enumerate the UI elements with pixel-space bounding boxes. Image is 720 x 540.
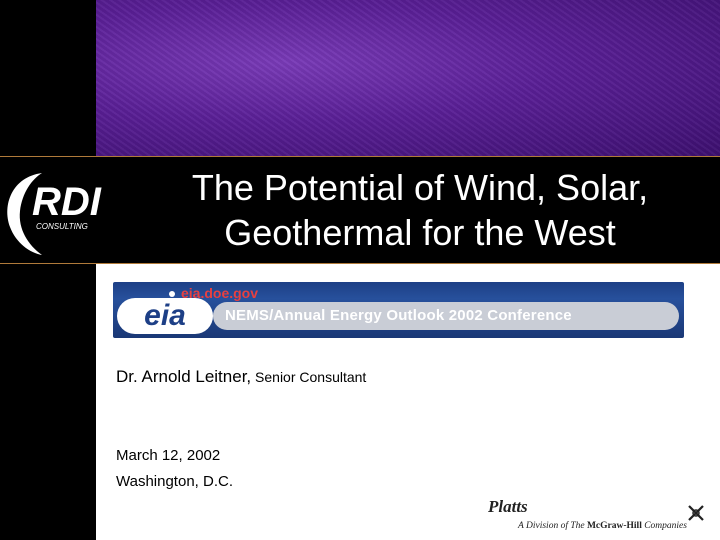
presenter: Dr. Arnold Leitner, Senior Consultant — [116, 367, 366, 387]
conference-name: NEMS/Annual Energy Outlook 2002 Conferen… — [225, 307, 572, 324]
eia-logo: eia — [117, 298, 213, 334]
presenter-name: Dr. Arnold Leitner, — [116, 367, 252, 386]
title-band: RDI CONSULTING The Potential of Wind, So… — [0, 156, 720, 264]
company-the: The — [570, 521, 587, 531]
presenter-role: Senior Consultant — [251, 369, 367, 385]
company-name: McGraw-Hill — [586, 521, 642, 531]
slide-title: The Potential of Wind, Solar, Geothermal… — [140, 165, 700, 255]
logo-wordmark: RDI — [32, 180, 102, 224]
left-sidebar-bar — [0, 0, 96, 540]
division-prefix: A Division of — [518, 521, 571, 531]
top-decorative-banner — [96, 0, 720, 156]
presentation-date: March 12, 2002 — [116, 447, 221, 464]
eia-conference-banner: eia.doe.gov eia NEMS/Annual Energy Outlo… — [113, 282, 684, 338]
company-suffix: Companies — [641, 521, 687, 531]
platts-division-line: A Division of The McGraw-Hill Companies — [518, 521, 687, 531]
mcgraw-hill-icon — [688, 505, 704, 521]
title-line-2: Geothermal for the West — [224, 212, 616, 253]
logo-subtext: CONSULTING — [36, 222, 88, 231]
presentation-location: Washington, D.C. — [116, 473, 233, 490]
title-line-1: The Potential of Wind, Solar, — [191, 167, 649, 208]
rdi-consulting-logo: RDI CONSULTING — [7, 173, 102, 255]
platts-brand: Platts — [488, 497, 528, 516]
eia-dot — [169, 291, 175, 297]
